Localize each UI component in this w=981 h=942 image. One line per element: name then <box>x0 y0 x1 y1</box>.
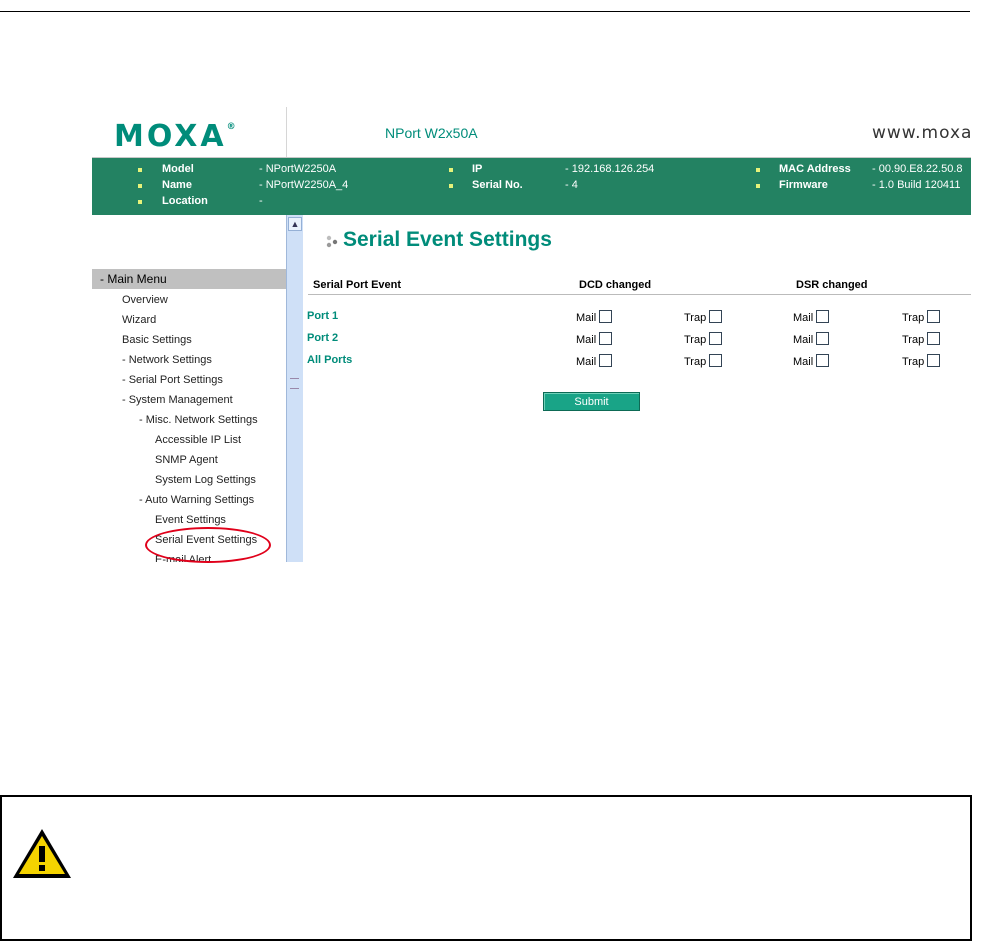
main-content: Serial Event Settings Serial Port Event … <box>303 215 971 562</box>
dsr-mail-option: Mail <box>793 310 830 324</box>
sidebar-scrollbar[interactable]: ▲ <box>286 215 303 562</box>
sidebar-item-snmp-agent[interactable]: SNMP Agent <box>155 454 218 466</box>
sidebar-item-accessible-ip-list[interactable]: Accessible IP List <box>155 434 241 446</box>
submit-button[interactable]: Submit <box>543 392 640 411</box>
dsr-trap-checkbox-port-1[interactable] <box>927 310 941 323</box>
info-location-value: - <box>259 195 263 207</box>
info-mac-label: MAC Address <box>779 163 851 175</box>
dcd-mail-option: Mail <box>576 310 613 324</box>
sidebar-item-system-management[interactable]: - System Management <box>122 394 233 406</box>
dsr-trap-option: Trap <box>902 354 941 368</box>
website-link[interactable]: www.moxa <box>872 123 971 143</box>
sidebar-heading[interactable]: - Main Menu <box>92 269 286 289</box>
dcd-mail-checkbox-port-2[interactable] <box>599 332 613 345</box>
col-header-dsr-changed: DSR changed <box>796 279 868 291</box>
dcd-mail-checkbox-all-ports[interactable] <box>599 354 613 367</box>
sidebar-item-event-settings[interactable]: Event Settings <box>155 514 226 526</box>
info-serial-label: Serial No. <box>472 179 523 191</box>
dsr-mail-checkbox-port-1[interactable] <box>816 310 830 323</box>
row-label-all-ports: All Ports <box>307 354 353 366</box>
dsr-trap-checkbox-all-ports[interactable] <box>927 354 941 367</box>
dsr-trap-option: Trap <box>902 332 941 346</box>
sidebar: - Main Menu Overview Wizard Basic Settin… <box>92 215 286 562</box>
dsr-trap-checkbox-port-2[interactable] <box>927 332 941 345</box>
console-header: MOXA® NPort W2x50A www.moxa <box>92 107 971 158</box>
dcd-trap-option: Trap <box>684 354 723 368</box>
bullet-icon <box>756 168 760 172</box>
dcd-trap-option: Trap <box>684 310 723 324</box>
dcd-trap-checkbox-port-1[interactable] <box>709 310 723 323</box>
row-label-port-1: Port 1 <box>307 310 339 322</box>
dsr-mail-option: Mail <box>793 354 830 368</box>
info-ip-value: - 192.168.126.254 <box>565 163 655 175</box>
attention-box <box>0 795 972 941</box>
page-top-rule <box>0 11 970 12</box>
dsr-trap-option: Trap <box>902 310 941 324</box>
info-model-value: - NPortW2250A <box>259 163 337 175</box>
sidebar-item-basic-settings[interactable]: Basic Settings <box>122 334 192 346</box>
dsr-mail-checkbox-all-ports[interactable] <box>816 354 830 367</box>
info-ip-label: IP <box>472 163 483 175</box>
col-header-serial-port-event: Serial Port Event <box>313 279 402 291</box>
bullet-icon <box>138 168 142 172</box>
sidebar-item-auto-warning-settings[interactable]: - Auto Warning Settings <box>139 494 254 506</box>
col-header-dcd-changed: DCD changed <box>579 279 652 291</box>
bullet-icon <box>138 184 142 188</box>
dsr-mail-option: Mail <box>793 332 830 346</box>
title-dots-icon <box>326 235 338 248</box>
dcd-mail-option: Mail <box>576 354 613 368</box>
product-name: NPort W2x50A <box>385 125 478 141</box>
dcd-trap-option: Trap <box>684 332 723 346</box>
sidebar-item-system-log-settings[interactable]: System Log Settings <box>155 474 256 486</box>
sidebar-item-overview[interactable]: Overview <box>122 294 168 306</box>
info-mac-value: - 00.90.E8.22.50.8 <box>872 163 963 175</box>
highlight-ellipse <box>145 527 271 563</box>
info-location-label: Location <box>162 195 208 207</box>
device-info-bar: Model - NPortW2250A Name - NPortW2250A_4… <box>92 158 971 215</box>
dsr-mail-checkbox-port-2[interactable] <box>816 332 830 345</box>
bullet-icon <box>449 184 453 188</box>
info-name-value: - NPortW2250A_4 <box>259 179 349 191</box>
sidebar-item-misc-network-settings[interactable]: - Misc. Network Settings <box>139 414 258 426</box>
row-label-port-2: Port 2 <box>307 332 339 344</box>
bullet-icon <box>756 184 760 188</box>
scroll-up-arrow-icon[interactable]: ▲ <box>288 217 302 231</box>
dcd-mail-checkbox-port-1[interactable] <box>599 310 613 323</box>
info-firmware-value: - 1.0 Build 120411 <box>872 179 961 191</box>
moxa-logo: MOXA® <box>114 119 236 154</box>
sidebar-item-network-settings[interactable]: - Network Settings <box>122 354 212 366</box>
dcd-mail-option: Mail <box>576 332 613 346</box>
info-serial-value: - 4 <box>565 179 578 191</box>
page-title: Serial Event Settings <box>343 228 552 251</box>
bullet-icon <box>449 168 453 172</box>
web-console-screenshot: MOXA® NPort W2x50A www.moxa Model - NPor… <box>92 107 971 562</box>
info-firmware-label: Firmware <box>779 179 828 191</box>
sidebar-item-serial-port-settings[interactable]: - Serial Port Settings <box>122 374 223 386</box>
scroll-thumb-grip[interactable] <box>290 378 299 389</box>
dcd-trap-checkbox-port-2[interactable] <box>709 332 723 345</box>
warning-icon <box>13 829 71 878</box>
bullet-icon <box>138 200 142 204</box>
dcd-trap-checkbox-all-ports[interactable] <box>709 354 723 367</box>
sidebar-item-wizard[interactable]: Wizard <box>122 314 156 326</box>
info-model-label: Model <box>162 163 194 175</box>
info-name-label: Name <box>162 179 192 191</box>
